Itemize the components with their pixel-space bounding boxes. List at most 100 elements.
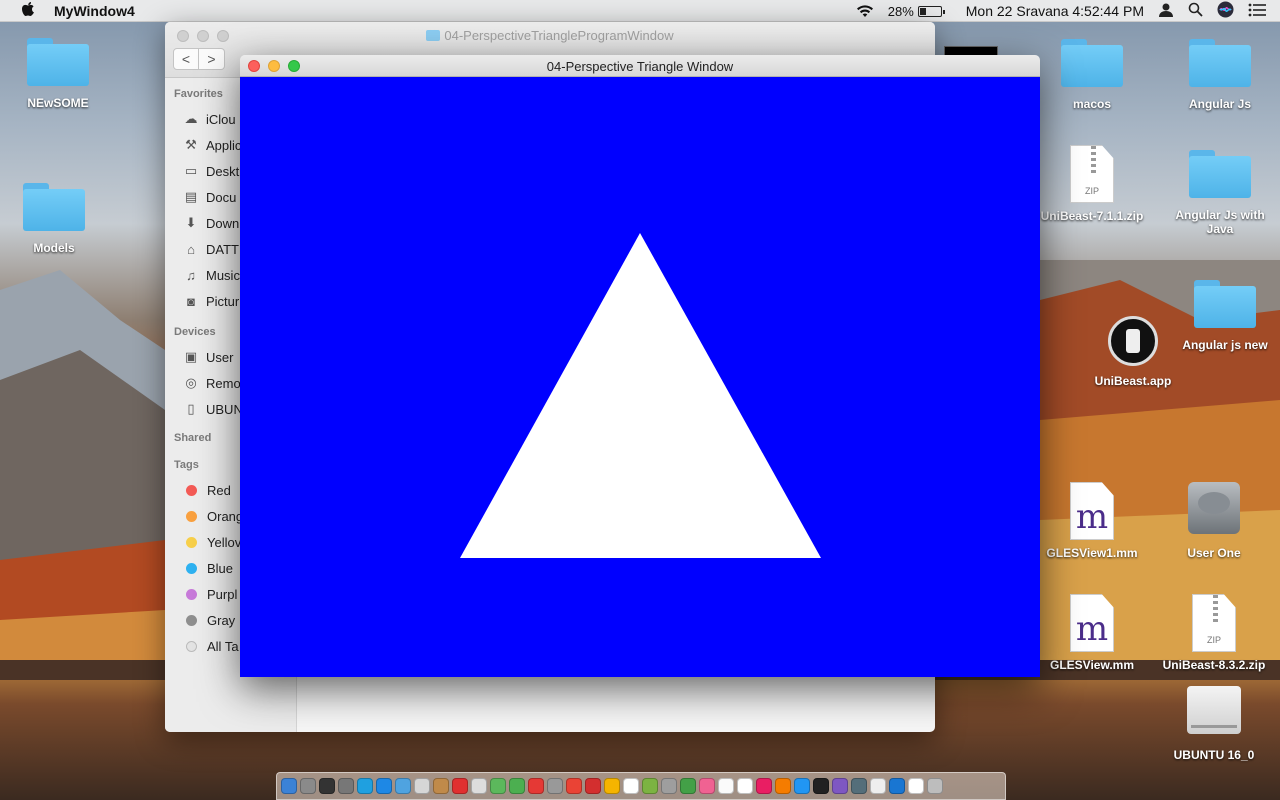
- gl-window-titlebar[interactable]: 04-Perspective Triangle Window: [240, 55, 1040, 77]
- desktop-folder[interactable]: Angular Js: [1165, 39, 1275, 111]
- dock-app-icon[interactable]: [490, 778, 506, 794]
- dock-app-icon[interactable]: [566, 778, 582, 794]
- wifi-icon[interactable]: [856, 4, 874, 18]
- dock-app-icon[interactable]: [281, 778, 297, 794]
- desktop-folder[interactable]: Angular Js with Java: [1165, 150, 1275, 236]
- dock-app-icon[interactable]: [718, 778, 734, 794]
- dock-app-icon[interactable]: [623, 778, 639, 794]
- desktop-app[interactable]: UniBeast.app: [1078, 316, 1188, 388]
- notification-center-icon[interactable]: [1248, 3, 1266, 20]
- dock-app-icon[interactable]: [642, 778, 658, 794]
- forward-button[interactable]: >: [199, 48, 225, 70]
- dock-app-icon[interactable]: [338, 778, 354, 794]
- dock-app-icon[interactable]: [737, 778, 753, 794]
- desktop-icon-label: GLESView.mm: [1049, 658, 1135, 672]
- dock-app-icon[interactable]: [547, 778, 563, 794]
- dock-app-icon[interactable]: [908, 778, 924, 794]
- dock-app-icon[interactable]: [357, 778, 373, 794]
- status-area: 28% Mon 22 Sravana 4:52:44 PM: [856, 0, 1280, 22]
- dock-app-icon[interactable]: [319, 778, 335, 794]
- zip-file-icon: ZIP: [1192, 594, 1236, 652]
- desktop-icon-label: Angular Js with Java: [1175, 208, 1265, 236]
- desktop-icon-label: User One: [1187, 546, 1241, 560]
- dock-app-icon[interactable]: [851, 778, 867, 794]
- desktop-folder[interactable]: Models: [0, 183, 109, 255]
- tag-dot: [186, 536, 197, 548]
- dock-app-icon[interactable]: [775, 778, 791, 794]
- desktop-zip-file[interactable]: ZIP UniBeast-8.3.2.zip: [1159, 594, 1269, 672]
- dock-app-icon[interactable]: [433, 778, 449, 794]
- external-drive-icon: [1187, 686, 1241, 734]
- tag-dot: [186, 510, 197, 522]
- dock-app-icon[interactable]: [528, 778, 544, 794]
- back-button[interactable]: <: [173, 48, 199, 70]
- document-icon: ▤: [184, 189, 198, 204]
- clock[interactable]: Mon 22 Sravana 4:52:44 PM: [966, 3, 1144, 19]
- desktop-source-file[interactable]: m GLESView.mm: [1037, 594, 1147, 672]
- folder-icon: [1194, 280, 1256, 328]
- dock-app-icon[interactable]: [376, 778, 392, 794]
- gl-window[interactable]: 04-Perspective Triangle Window: [240, 55, 1040, 677]
- user-icon[interactable]: [1158, 2, 1174, 21]
- battery-fill: [919, 7, 926, 15]
- battery-percent: 28%: [887, 3, 914, 19]
- dock-app-icon[interactable]: [471, 778, 487, 794]
- gl-canvas[interactable]: [240, 77, 1040, 677]
- mm-file-icon: m: [1070, 482, 1114, 540]
- desktop-disk[interactable]: User One: [1159, 482, 1269, 560]
- dock-app-icon[interactable]: [889, 778, 905, 794]
- desktop-drive[interactable]: UBUNTU 16_0: [1159, 686, 1269, 762]
- cloud-icon: ☁: [184, 111, 198, 126]
- desktop-icon-label: NEwSOME: [27, 96, 89, 110]
- dock-app-icon[interactable]: [395, 778, 411, 794]
- dock-app-icon[interactable]: [414, 778, 430, 794]
- desktop-folder[interactable]: NEwSOME: [3, 38, 113, 110]
- desktop-source-file[interactable]: m GLESView1.mm: [1037, 482, 1147, 560]
- folder-icon: [1189, 150, 1251, 198]
- camera-icon: ◙: [187, 293, 195, 309]
- dock-app-icon[interactable]: [794, 778, 810, 794]
- dock-app-icon[interactable]: [452, 778, 468, 794]
- folder-icon: [1061, 39, 1123, 87]
- menu-bar: MyWindow4 28% Mon 22 Sravana 4:52:44 PM: [0, 0, 1280, 22]
- dock-app-icon[interactable]: [661, 778, 677, 794]
- active-app-name[interactable]: MyWindow4: [54, 3, 135, 19]
- tag-dot: [186, 562, 197, 574]
- gl-window-title: 04-Perspective Triangle Window: [546, 59, 734, 74]
- tag-dot: [186, 614, 197, 626]
- dock-app-icon[interactable]: [585, 778, 601, 794]
- dock-app-icon[interactable]: [813, 778, 829, 794]
- desktop-folder[interactable]: macos: [1037, 39, 1147, 111]
- desktop-zip-file[interactable]: ZIP UniBeast-7.1.1.zip: [1037, 145, 1147, 223]
- desktop-icon-label: GLESView1.mm: [1046, 546, 1138, 560]
- dock-app-icon[interactable]: [604, 778, 620, 794]
- dock-app-icon[interactable]: [680, 778, 696, 794]
- apple-icon[interactable]: [20, 1, 36, 21]
- desktop-icon-label: UniBeast-8.3.2.zip: [1162, 658, 1266, 672]
- battery-icon: [917, 5, 945, 17]
- folder-icon: [27, 38, 89, 86]
- music-icon: ♫: [186, 267, 196, 283]
- dock-app-icon[interactable]: [870, 778, 886, 794]
- home-icon: ⌂: [187, 241, 195, 257]
- desktop-icon-label: Models: [33, 241, 75, 255]
- unibeast-app-icon: [1108, 316, 1158, 366]
- dock-app-icon[interactable]: [699, 778, 715, 794]
- render-surface: [460, 233, 821, 558]
- usb-drive-icon: ▯: [187, 401, 195, 416]
- dock-app-icon[interactable]: [509, 778, 525, 794]
- desktop-icon-label: UBUNTU 16_0: [1173, 748, 1255, 762]
- spotlight-search-icon[interactable]: [1188, 2, 1203, 20]
- mm-file-icon: m: [1070, 594, 1114, 652]
- dock: [276, 772, 1006, 800]
- dock-app-icon[interactable]: [756, 778, 772, 794]
- white-triangle: [460, 233, 821, 558]
- applications-icon: ⚒: [185, 137, 197, 152]
- folder-icon: [23, 183, 85, 231]
- dock-app-icon[interactable]: [832, 778, 848, 794]
- dock-app-icon[interactable]: [300, 778, 316, 794]
- siri-icon[interactable]: [1217, 1, 1234, 21]
- battery-indicator[interactable]: 28%: [887, 3, 945, 19]
- dock-app-icon[interactable]: [927, 778, 943, 794]
- desktop-icon-label: UniBeast.app: [1094, 374, 1172, 388]
